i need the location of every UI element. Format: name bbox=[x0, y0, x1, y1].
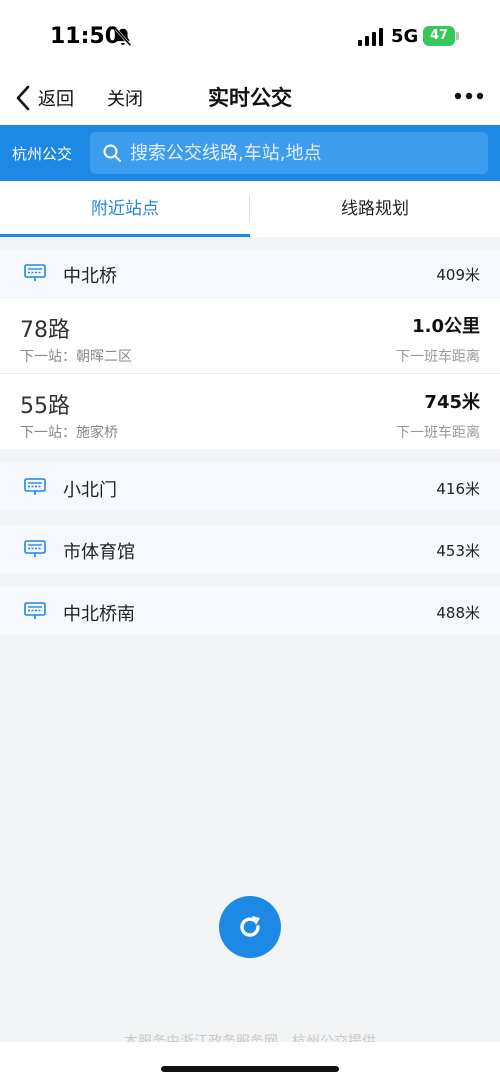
route-distance: 1.0公里 bbox=[412, 316, 480, 337]
chevron-left-icon bbox=[16, 85, 30, 111]
search-input[interactable] bbox=[130, 142, 470, 164]
bus-stop-icon bbox=[24, 264, 46, 281]
station-name: 市体育馆 bbox=[63, 542, 135, 563]
battery-level: 47 bbox=[429, 28, 449, 43]
bus-stop-icon bbox=[24, 602, 46, 619]
search-box[interactable] bbox=[90, 132, 488, 174]
list-gap bbox=[0, 449, 500, 463]
battery-tip bbox=[456, 32, 459, 40]
page-title: 实时公交 bbox=[208, 86, 292, 110]
bus-stop-icon bbox=[24, 478, 46, 495]
station-item[interactable]: 中北桥南 488米 bbox=[0, 587, 500, 635]
route-distance-label: 下一班车距离 bbox=[396, 349, 480, 365]
bottom-bar bbox=[0, 1042, 500, 1084]
refresh-icon bbox=[240, 916, 260, 937]
search-bar: 杭州公交 bbox=[0, 125, 500, 181]
tab-divider bbox=[249, 195, 250, 223]
refresh-button[interactable] bbox=[219, 896, 281, 958]
status-time: 11:50 bbox=[50, 24, 121, 49]
station-name: 小北门 bbox=[63, 480, 117, 501]
bell-slash-icon bbox=[114, 27, 132, 47]
station-name: 中北桥南 bbox=[63, 604, 135, 625]
back-button[interactable]: 返回 bbox=[14, 82, 74, 114]
city-selector[interactable]: 杭州公交 bbox=[12, 143, 72, 164]
bus-stop-icon bbox=[24, 540, 46, 557]
station-list: 中北桥 409米 78路 下一站：朝晖二区 1.0公里 下一班车距离 55路 下… bbox=[0, 249, 500, 635]
station-distance: 488米 bbox=[436, 604, 480, 622]
close-button[interactable]: 关闭 bbox=[107, 85, 143, 111]
route-name: 55路 bbox=[20, 394, 70, 419]
tab-nearby-stations[interactable]: 附近站点 bbox=[0, 181, 250, 237]
station-name: 中北桥 bbox=[63, 266, 117, 287]
tab-route-planning[interactable]: 线路规划 bbox=[250, 181, 500, 237]
station-distance: 416米 bbox=[436, 480, 480, 498]
station-distance: 453米 bbox=[436, 542, 480, 560]
route-item[interactable]: 78路 下一站：朝晖二区 1.0公里 下一班车距离 bbox=[0, 297, 500, 373]
route-name: 78路 bbox=[20, 318, 70, 343]
route-distance: 745米 bbox=[424, 392, 480, 413]
battery-icon: 47 bbox=[423, 26, 455, 46]
back-label: 返回 bbox=[38, 89, 74, 110]
network-label: 5G bbox=[391, 26, 419, 47]
tab-bar: 附近站点 线路规划 bbox=[0, 181, 500, 237]
list-gap bbox=[0, 511, 500, 525]
status-bar: 11:50 5G 47 bbox=[0, 0, 500, 72]
station-item[interactable]: 小北门 416米 bbox=[0, 463, 500, 511]
route-distance-label: 下一班车距离 bbox=[396, 425, 480, 441]
route-next-stop: 下一站：朝晖二区 bbox=[20, 349, 132, 365]
station-distance: 409米 bbox=[436, 266, 480, 284]
signal-icon bbox=[358, 28, 383, 46]
route-next-stop: 下一站：施家桥 bbox=[20, 425, 118, 441]
nav-bar: 返回 关闭 实时公交 bbox=[0, 72, 500, 125]
search-icon bbox=[103, 144, 121, 162]
station-item[interactable]: 市体育馆 453米 bbox=[0, 525, 500, 573]
footer-text: 本服务由浙江政务服务网、杭州公交提供 bbox=[124, 1034, 376, 1042]
more-icon[interactable] bbox=[454, 88, 484, 104]
home-indicator[interactable] bbox=[161, 1066, 339, 1072]
list-gap bbox=[0, 573, 500, 587]
route-item[interactable]: 55路 下一站：施家桥 745米 下一班车距离 bbox=[0, 373, 500, 449]
station-item[interactable]: 中北桥 409米 bbox=[0, 249, 500, 297]
